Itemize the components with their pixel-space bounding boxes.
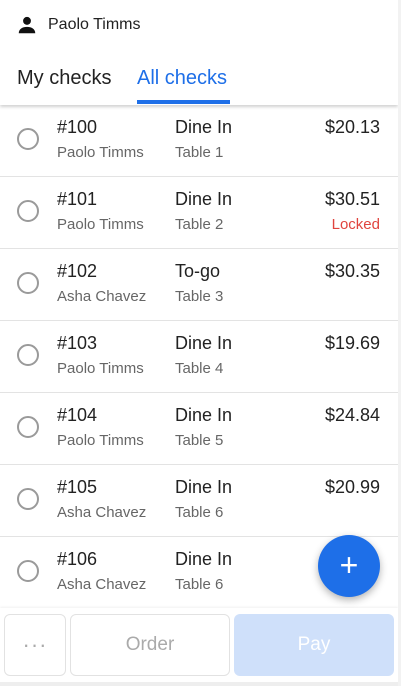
check-row[interactable]: #101 Paolo Timms Dine In Table 2 $30.51 Locke…: [0, 177, 398, 249]
select-radio[interactable]: [17, 560, 39, 582]
order-button[interactable]: Order: [70, 614, 230, 676]
table-label: Table 5: [175, 432, 224, 449]
active-tab-indicator: [137, 100, 230, 104]
check-amount: $30.51: [324, 189, 380, 209]
select-radio[interactable]: [17, 416, 39, 438]
order-type: Dine In: [175, 405, 233, 425]
check-owner: Paolo Timms: [57, 216, 144, 233]
table-label: Table 1: [175, 144, 224, 161]
check-amount: $20.99: [324, 477, 380, 497]
table-label: Table 6: [175, 504, 224, 521]
check-amount: $20.13: [324, 117, 380, 137]
table-label: Table 4: [175, 360, 224, 377]
check-owner: Paolo Timms: [57, 360, 144, 377]
order-type: Dine In: [175, 117, 233, 137]
current-user[interactable]: Paolo Timms: [16, 14, 140, 36]
user-name: Paolo Timms: [48, 16, 141, 33]
check-amount: $30.35: [324, 261, 380, 281]
check-amount: $19.69: [324, 333, 380, 353]
check-owner: Paolo Timms: [57, 432, 144, 449]
check-number: #104: [57, 405, 98, 425]
check-owner: Asha Chavez: [57, 576, 147, 593]
select-radio[interactable]: [17, 200, 39, 222]
app-header: Paolo Timms My checks All checks: [0, 0, 398, 105]
pay-button[interactable]: Pay: [234, 614, 394, 676]
check-status: Locked: [331, 216, 380, 233]
check-row[interactable]: #104 Paolo Timms Dine In Table 5 $24.84: [0, 393, 398, 465]
check-tabs: My checks All checks: [0, 60, 398, 105]
check-amount: $24.84: [324, 405, 380, 425]
tab-all-checks[interactable]: All checks: [137, 67, 227, 90]
action-bar: ··· Order Pay: [0, 608, 398, 686]
check-owner: Asha Chavez: [57, 288, 147, 305]
check-row[interactable]: #102 Asha Chavez To-go Table 3 $30.35: [0, 249, 398, 321]
check-row[interactable]: #103 Paolo Timms Dine In Table 4 $19.69: [0, 321, 398, 393]
check-owner: Asha Chavez: [57, 504, 147, 521]
select-radio[interactable]: [17, 344, 39, 366]
plus-icon: +: [339, 547, 359, 583]
select-radio[interactable]: [17, 272, 39, 294]
tab-my-checks[interactable]: My checks: [17, 67, 111, 90]
order-type: Dine In: [175, 189, 233, 209]
table-label: Table 2: [175, 216, 224, 233]
table-label: Table 6: [175, 576, 224, 593]
check-number: #102: [57, 261, 98, 281]
order-type: Dine In: [175, 333, 233, 353]
select-radio[interactable]: [17, 128, 39, 150]
table-label: Table 3: [175, 288, 224, 305]
check-row[interactable]: #105 Asha Chavez Dine In Table 6 $20.99: [0, 465, 398, 537]
check-number: #100: [57, 117, 98, 137]
person-icon: [18, 16, 36, 34]
check-owner: Paolo Timms: [57, 144, 144, 161]
check-number: #103: [57, 333, 98, 353]
more-button[interactable]: ···: [4, 614, 66, 676]
add-check-button[interactable]: +: [318, 535, 380, 597]
select-radio[interactable]: [17, 488, 39, 510]
check-number: #105: [57, 477, 98, 497]
order-type: Dine In: [175, 477, 233, 497]
check-row[interactable]: #100 Paolo Timms Dine In Table 1 $20.13: [0, 105, 398, 177]
order-type: To-go: [175, 261, 221, 281]
check-number: #101: [57, 189, 98, 209]
checks-list: #100 Paolo Timms Dine In Table 1 $20.13 #101 P…: [0, 105, 398, 609]
bottom-edge: [0, 682, 401, 686]
check-number: #106: [57, 549, 98, 569]
order-type: Dine In: [175, 549, 233, 569]
